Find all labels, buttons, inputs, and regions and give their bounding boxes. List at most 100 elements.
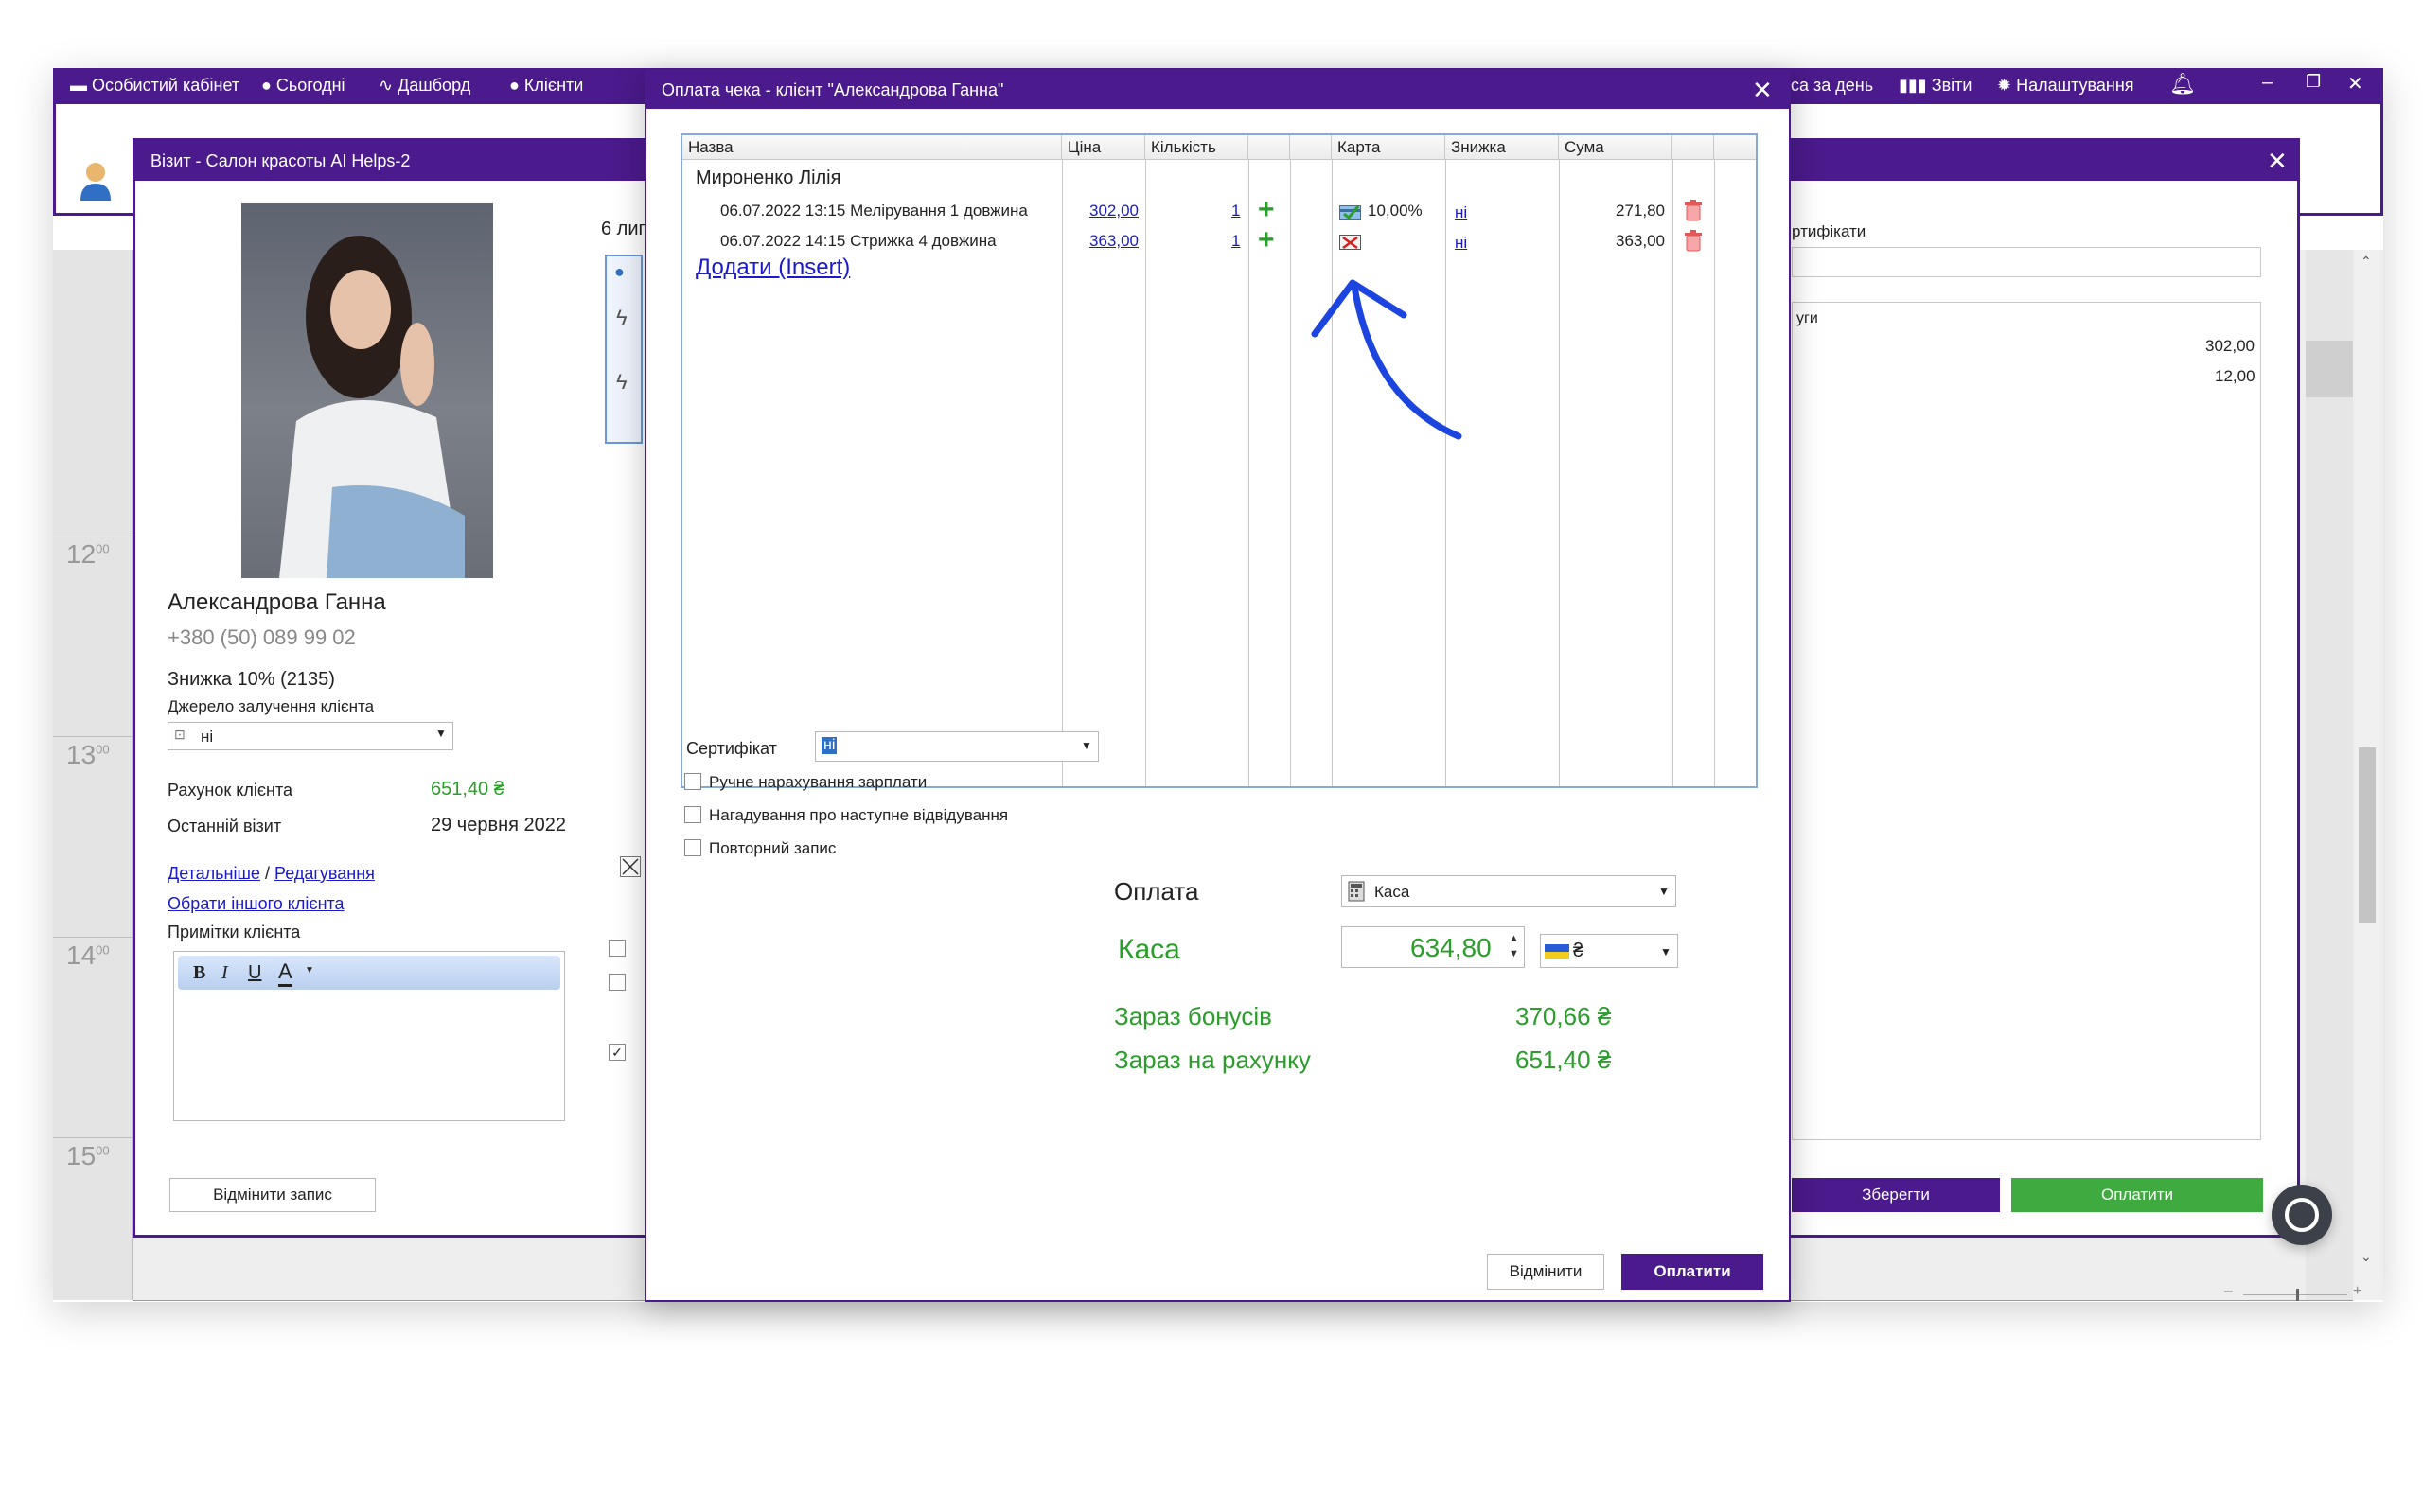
payment-method-select[interactable]: Каса ▼ bbox=[1341, 875, 1676, 907]
client-photo bbox=[241, 203, 493, 578]
scrollbar[interactable]: ⌃ ⌄ bbox=[2355, 250, 2379, 1300]
currency-select[interactable]: ₴ ▼ bbox=[1540, 934, 1678, 968]
scroll-down-icon[interactable]: ⌄ bbox=[2361, 1249, 2372, 1265]
card-ok-icon[interactable] bbox=[1339, 203, 1362, 220]
table-row[interactable]: 06.07.2022 13:15 Мелірування 1 довжина 3… bbox=[682, 194, 1756, 225]
cancel-visit-button[interactable]: Відмінити запис bbox=[169, 1178, 376, 1212]
add-service-link[interactable]: Додати (Insert) bbox=[696, 255, 850, 281]
zoom-track bbox=[2243, 1294, 2347, 1295]
zoom-out-icon[interactable]: – bbox=[2224, 1283, 2233, 1300]
col-blank[interactable] bbox=[1290, 135, 1332, 160]
visit-pay-button[interactable]: Оплатити bbox=[2011, 1178, 2263, 1212]
nav-item-reports[interactable]: ▮▮▮ Звіти bbox=[1899, 76, 1972, 96]
service-qty[interactable]: 1 bbox=[1231, 202, 1240, 220]
plus-icon[interactable]: + bbox=[1258, 194, 1275, 226]
scrollbar-thumb[interactable] bbox=[2359, 747, 2376, 923]
font-color-icon[interactable]: A bbox=[278, 959, 292, 987]
underline-icon[interactable]: U bbox=[248, 962, 261, 984]
last-visit-label: Останній візит bbox=[168, 817, 282, 835]
avatar[interactable] bbox=[77, 159, 115, 202]
col-add[interactable] bbox=[1248, 135, 1290, 160]
checkbox-reminder-label: Нагадування про наступне відвідування bbox=[709, 806, 1009, 824]
source-label: Джерело залучення клієнта bbox=[168, 697, 375, 715]
plus-icon[interactable]: + bbox=[1258, 224, 1275, 256]
zoom-slider[interactable]: – + bbox=[2224, 1283, 2366, 1302]
close-icon[interactable]: ✕ bbox=[1752, 76, 1773, 105]
card-none-icon[interactable] bbox=[1339, 233, 1362, 252]
service-qty[interactable]: 1 bbox=[1231, 232, 1240, 251]
nav-item-today[interactable]: ● Сьогодні bbox=[261, 76, 345, 96]
trash-icon[interactable] bbox=[1684, 200, 1703, 222]
nav-item-settings[interactable]: ✹ Налаштування bbox=[1997, 76, 2134, 96]
details-link[interactable]: Детальніше bbox=[168, 864, 260, 883]
checkbox[interactable] bbox=[620, 856, 641, 877]
checkbox[interactable] bbox=[609, 940, 626, 957]
checkbox-manual-salary-label: Ручне нарахування зарплати bbox=[709, 773, 928, 791]
spinner-icon[interactable]: ▲ ▼ bbox=[1509, 931, 1519, 961]
bell-icon[interactable]: 🔔︎ bbox=[2169, 72, 2196, 97]
close-icon[interactable]: ✕ bbox=[2267, 147, 2288, 176]
certificate-select[interactable]: ні ▼ bbox=[815, 731, 1099, 762]
window-minimize-icon[interactable]: – bbox=[2262, 72, 2273, 94]
window-close-icon[interactable]: ✕ bbox=[2347, 72, 2363, 96]
nav-item-cabinet[interactable]: ▬ Особистий кабінет bbox=[70, 76, 239, 96]
certificates-field[interactable] bbox=[1792, 247, 2261, 277]
visit-window-title: Візит - Салон красоты AI Helps-2 bbox=[150, 151, 411, 170]
trash-icon[interactable] bbox=[1684, 230, 1703, 253]
checkbox-reminder[interactable] bbox=[684, 806, 701, 823]
notes-label: Примітки клієнта bbox=[168, 923, 301, 941]
save-button[interactable]: Зберегти bbox=[1792, 1178, 2000, 1212]
discount-value[interactable]: ні bbox=[1455, 203, 1467, 222]
chevron-down-icon[interactable]: ▼ bbox=[305, 965, 314, 976]
nav-item-dashboard[interactable]: ∿ Дашборд bbox=[379, 76, 470, 96]
col-qty[interactable]: Кількість bbox=[1145, 135, 1248, 160]
zoom-thumb[interactable] bbox=[2296, 1289, 2299, 1301]
bolt-icon: ϟ bbox=[616, 370, 628, 394]
col-price[interactable]: Ціна bbox=[1062, 135, 1145, 160]
master-name: Мироненко Лілія bbox=[696, 167, 841, 188]
chat-icon bbox=[2285, 1198, 2319, 1232]
cancel-button[interactable]: Відмінити bbox=[1487, 1254, 1604, 1290]
col-name[interactable]: Назва bbox=[682, 135, 1062, 160]
edit-link[interactable]: Редагування bbox=[274, 864, 375, 883]
account-now-label: Зараз на рахунку bbox=[1114, 1046, 1311, 1074]
hour-divider bbox=[53, 1137, 133, 1138]
window-restore-icon[interactable]: ❐ bbox=[2306, 72, 2321, 92]
checkbox[interactable] bbox=[609, 974, 626, 991]
bonus-value: 370,66 ₴ bbox=[1515, 1002, 1612, 1030]
hour-label-12: 1200 bbox=[66, 539, 110, 569]
services-panel: ● ϟ ϟ bbox=[605, 255, 643, 444]
col-discount[interactable]: Знижка bbox=[1445, 135, 1559, 160]
scroll-up-icon[interactable]: ⌃ bbox=[2361, 254, 2372, 270]
bold-icon[interactable]: B bbox=[193, 962, 205, 984]
notes-editor[interactable]: B I U A ▼ bbox=[173, 951, 565, 1121]
kasa-amount: 634,80 bbox=[1410, 933, 1492, 962]
italic-icon[interactable]: I bbox=[221, 962, 228, 984]
checkbox-checked[interactable]: ✓ bbox=[609, 1044, 626, 1061]
chevron-down-icon: ▼ bbox=[1081, 739, 1092, 752]
certificate-value: ні bbox=[822, 737, 838, 754]
checkbox-repeat[interactable] bbox=[684, 839, 701, 856]
pay-button[interactable]: Оплатити bbox=[1621, 1254, 1763, 1290]
kasa-amount-input[interactable]: 634,80 ▲ ▼ bbox=[1341, 926, 1525, 968]
account-value: 651,40 ₴ bbox=[431, 779, 504, 800]
bonus-label: Зараз бонусів bbox=[1114, 1002, 1272, 1030]
nav-item-clients[interactable]: ● Клієнти bbox=[509, 76, 583, 96]
service-price[interactable]: 302,00 bbox=[1089, 202, 1139, 220]
payment-method-value: Каса bbox=[1374, 883, 1410, 901]
nav-item-cash-day[interactable]: са за день bbox=[1791, 76, 1873, 96]
zoom-in-icon[interactable]: + bbox=[2353, 1283, 2361, 1300]
table-row[interactable]: 06.07.2022 14:15 Стрижка 4 довжина 363,0… bbox=[682, 224, 1756, 255]
col-delete[interactable] bbox=[1672, 135, 1714, 160]
card-discount: 10,00% bbox=[1368, 202, 1423, 220]
col-sum[interactable]: Сума bbox=[1559, 135, 1672, 160]
checkbox-manual-salary[interactable] bbox=[684, 773, 701, 790]
source-select[interactable]: ⊡ ні ▼ bbox=[168, 722, 453, 750]
schedule-right-strip bbox=[2306, 250, 2353, 1300]
payment-label: Оплата bbox=[1114, 877, 1199, 905]
other-client-link[interactable]: Обрати іншого клієнта bbox=[168, 894, 345, 914]
help-chat-button[interactable] bbox=[2272, 1185, 2332, 1245]
col-card[interactable]: Карта bbox=[1332, 135, 1445, 160]
service-price[interactable]: 363,00 bbox=[1089, 232, 1139, 251]
discount-value[interactable]: ні bbox=[1455, 234, 1467, 253]
